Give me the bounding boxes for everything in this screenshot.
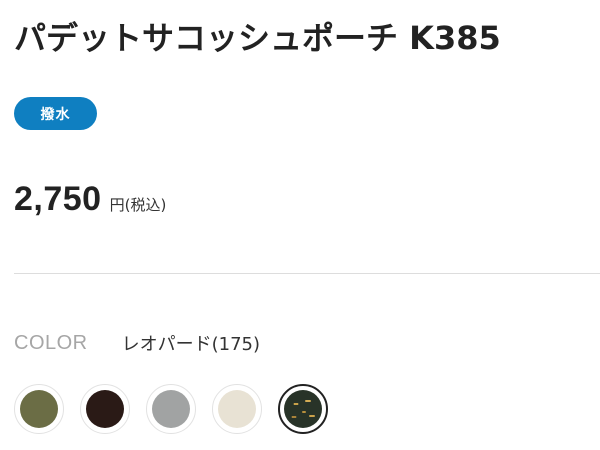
color-swatch-gray[interactable] — [146, 384, 196, 434]
swatch-fill — [218, 390, 256, 428]
swatch-fill — [152, 390, 190, 428]
color-swatch-leopard[interactable] — [278, 384, 328, 434]
selected-color-name: レオパード(175) — [121, 334, 261, 355]
swatch-fill — [284, 390, 322, 428]
color-swatch-list — [14, 384, 344, 434]
color-selection-row: COLOR レオパード(175) — [14, 330, 260, 356]
color-swatch-dark-brown[interactable] — [80, 384, 130, 434]
color-label: COLOR — [14, 331, 88, 354]
water-repellent-badge: 撥水 — [14, 97, 97, 130]
color-swatch-ivory[interactable] — [212, 384, 262, 434]
price-value: 2,750 — [14, 180, 102, 218]
swatch-fill — [86, 390, 124, 428]
divider — [14, 273, 600, 274]
color-swatch-olive[interactable] — [14, 384, 64, 434]
price-row: 2,750 円(税込) — [14, 180, 166, 219]
product-title: パデットサコッシュポーチ K385 — [14, 19, 501, 57]
swatch-fill — [20, 390, 58, 428]
price-tax-label: 円(税込) — [109, 196, 167, 214]
